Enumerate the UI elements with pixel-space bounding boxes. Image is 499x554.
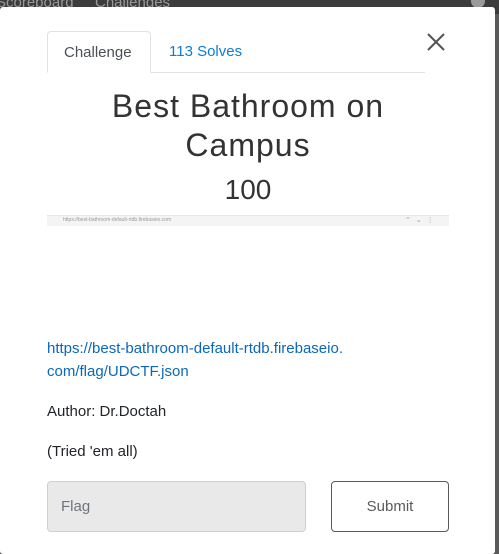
- embedded-window-controls-icon: ⌃⌄⋮: [405, 217, 439, 224]
- embedded-url-text: https://best-bathroom-default-rtdb.fireb…: [63, 217, 172, 223]
- embedded-screenshot: https://best-bathroom-default-rtdb.fireb…: [47, 215, 449, 226]
- tab-challenge[interactable]: Challenge: [47, 31, 151, 73]
- challenge-author: Author: Dr.Doctah: [47, 403, 167, 420]
- challenge-value: 100: [224, 174, 272, 205]
- submit-button[interactable]: Submit: [331, 481, 449, 532]
- tab-bar: Challenge 113 Solves: [47, 31, 425, 73]
- challenge-title: Best Bathroom on Campus: [111, 88, 385, 163]
- challenge-link[interactable]: https://best-bathroom-default-rtdb.fireb…: [47, 337, 347, 383]
- tab-solves[interactable]: 113 Solves: [153, 31, 258, 72]
- flag-input[interactable]: [47, 481, 306, 532]
- challenge-description: (Tried 'em all): [47, 443, 138, 460]
- close-icon[interactable]: [425, 31, 447, 53]
- challenge-modal: Challenge 113 Solves Best Bathroom on Ca…: [0, 7, 495, 554]
